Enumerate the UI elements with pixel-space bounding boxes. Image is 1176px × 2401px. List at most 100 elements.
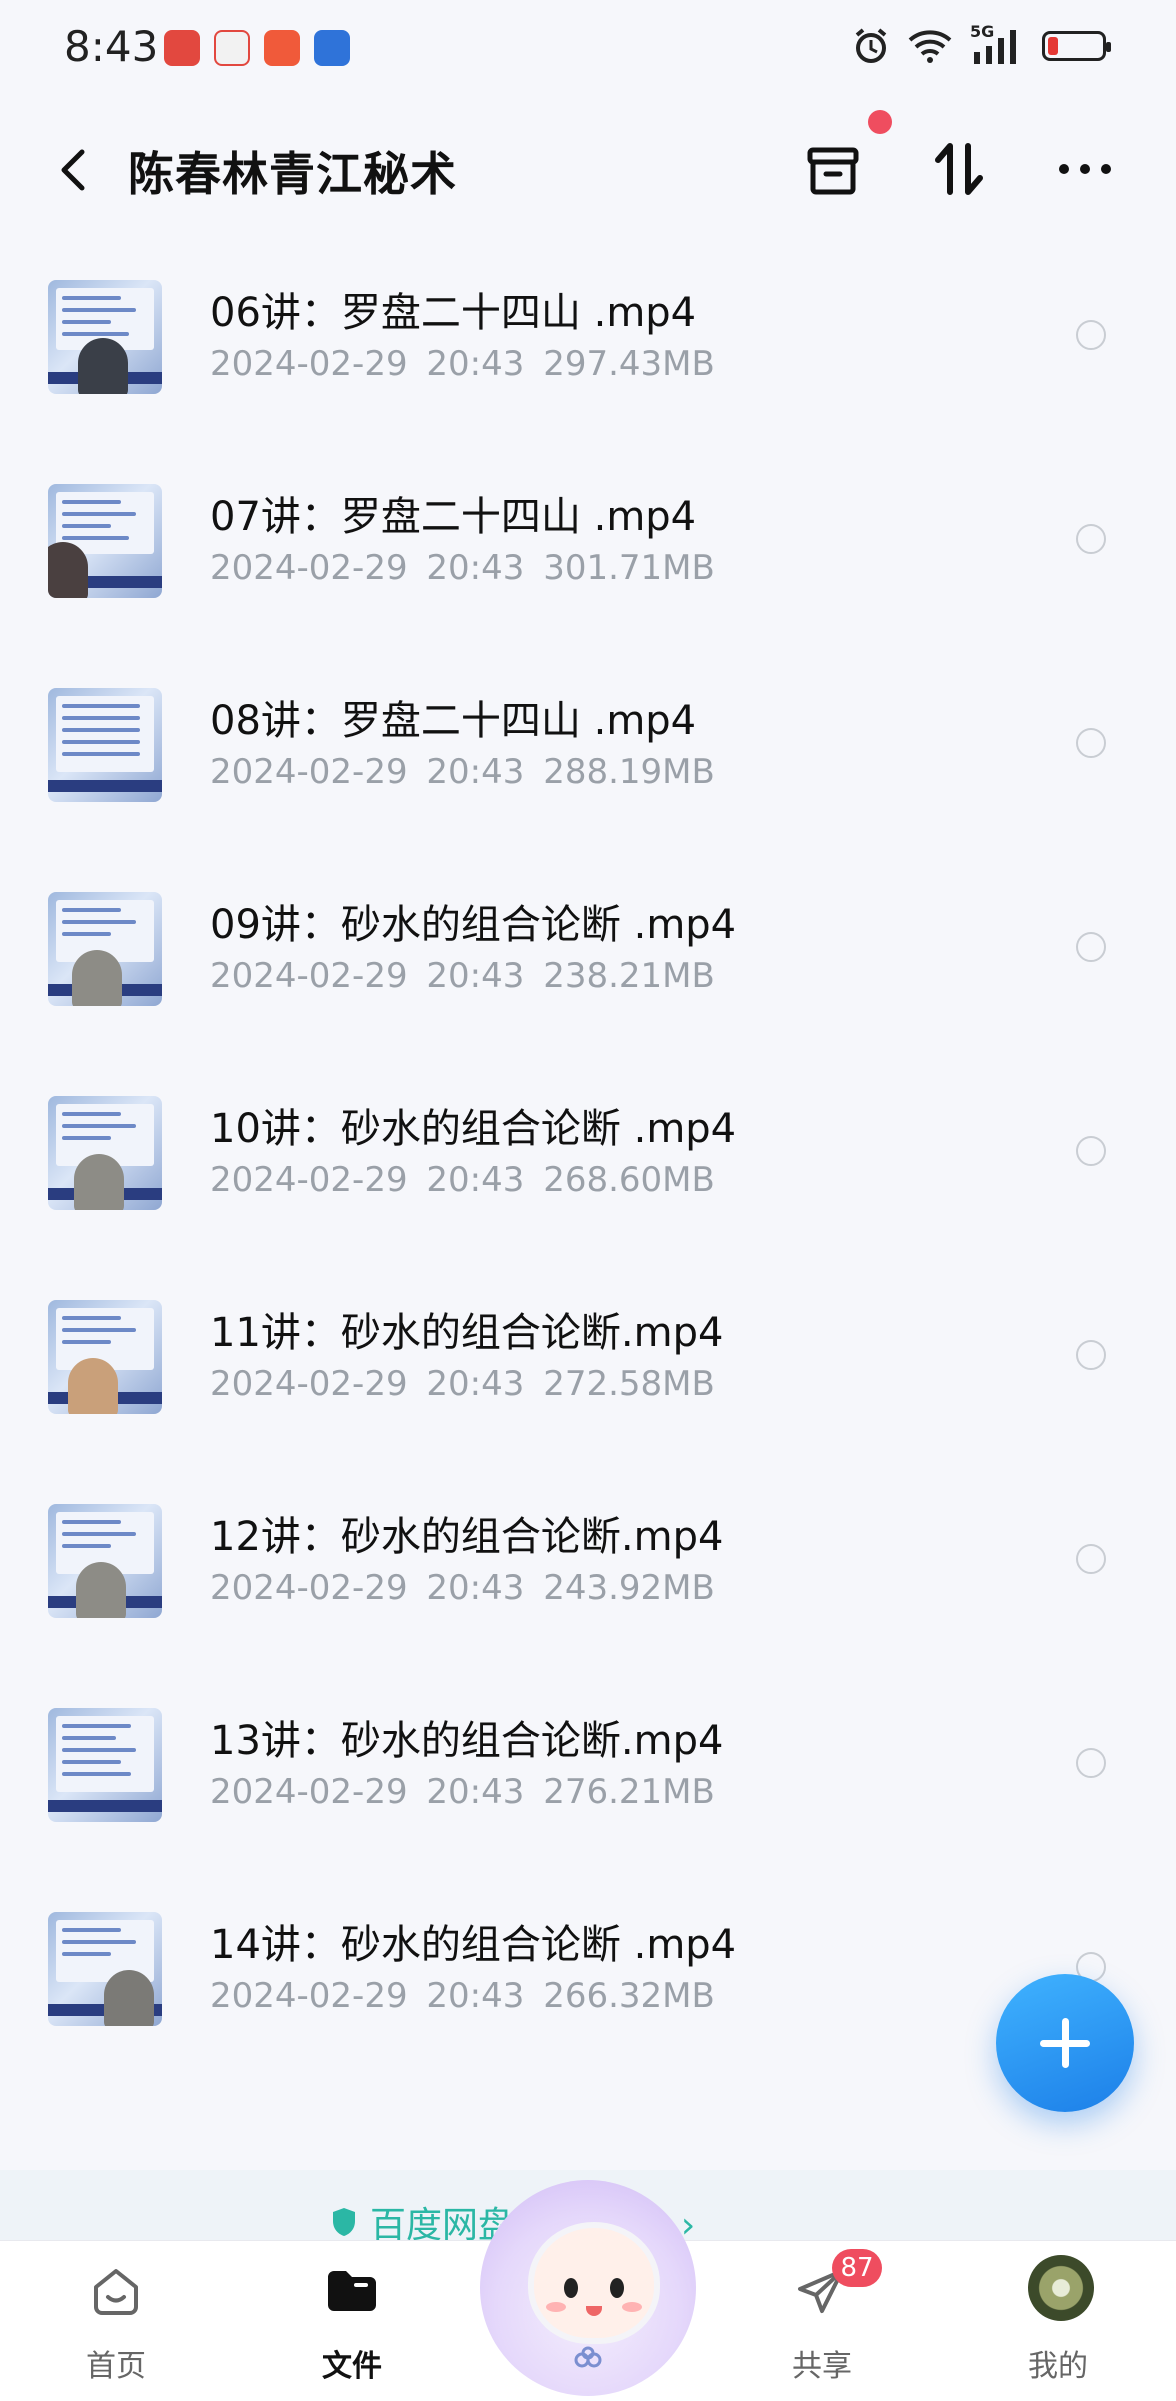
file-meta: 2024-02-29 20:43 238.21MB: [210, 956, 715, 996]
file-date: 2024-02-29: [210, 548, 408, 588]
file-meta: 2024-02-29 20:43 297.43MB: [210, 344, 715, 384]
file-row[interactable]: 08讲：罗盘二十四山 .mp4 2024-02-29 20:43 288.19M…: [0, 654, 1176, 858]
file-meta: 2024-02-29 20:43 268.60MB: [210, 1160, 715, 1200]
file-date: 2024-02-29: [210, 1772, 408, 1812]
file-size: 268.60MB: [543, 1160, 715, 1200]
file-size: 288.19MB: [543, 752, 715, 792]
tab-files[interactable]: 文件: [252, 2241, 452, 2401]
add-button[interactable]: [996, 1974, 1134, 2112]
tab-files-label: 文件: [322, 2349, 382, 2384]
archive-icon[interactable]: [798, 134, 868, 204]
video-thumbnail: [48, 484, 162, 598]
back-arrow-icon[interactable]: [46, 140, 106, 200]
file-time: 20:43: [426, 1976, 525, 2016]
tab-home[interactable]: 首页: [16, 2241, 216, 2401]
select-checkbox[interactable]: [1076, 1544, 1106, 1574]
status-time: 8:43: [64, 22, 159, 71]
status-bar: 8:43 5G: [0, 0, 1176, 110]
file-meta: 2024-02-29 20:43 272.58MB: [210, 1364, 715, 1404]
file-time: 20:43: [426, 1364, 525, 1404]
file-time: 20:43: [426, 344, 525, 384]
file-size: 276.21MB: [543, 1772, 715, 1812]
file-size: 266.32MB: [543, 1976, 715, 2016]
status-app-icons: [164, 30, 350, 66]
file-meta: 2024-02-29 20:43 276.21MB: [210, 1772, 715, 1812]
file-date: 2024-02-29: [210, 1976, 408, 2016]
file-size: 243.92MB: [543, 1568, 715, 1608]
video-thumbnail: [48, 688, 162, 802]
tab-share[interactable]: 87 共享: [722, 2241, 922, 2401]
file-name: 09讲：砂水的组合论断 .mp4: [210, 902, 737, 948]
file-row[interactable]: 11讲：砂水的组合论断.mp4 2024-02-29 20:43 272.58M…: [0, 1266, 1176, 1470]
sort-icon[interactable]: [924, 134, 994, 204]
file-meta: 2024-02-29 20:43 288.19MB: [210, 752, 715, 792]
select-checkbox[interactable]: [1076, 524, 1106, 554]
file-size: 238.21MB: [543, 956, 715, 996]
file-time: 20:43: [426, 1568, 525, 1608]
mascot-mouth: [586, 2306, 602, 2316]
file-time: 20:43: [426, 1772, 525, 1812]
share-count-badge: 87: [832, 2249, 882, 2287]
select-checkbox[interactable]: [1076, 728, 1106, 758]
wifi-icon: [908, 30, 952, 63]
avatar: [1028, 2255, 1094, 2321]
mascot-cheek: [546, 2302, 566, 2312]
file-date: 2024-02-29: [210, 1364, 408, 1404]
app-notification-icon: [264, 30, 300, 66]
file-row[interactable]: 13讲：砂水的组合论断.mp4 2024-02-29 20:43 276.21M…: [0, 1674, 1176, 1878]
file-name: 14讲：砂水的组合论断 .mp4: [210, 1922, 737, 1968]
file-name: 10讲：砂水的组合论断 .mp4: [210, 1106, 737, 1152]
mascot-face: [528, 2222, 660, 2344]
tab-mine-label: 我的: [1028, 2349, 1088, 2384]
file-row[interactable]: 06讲：罗盘二十四山 .mp4 2024-02-29 20:43 297.43M…: [0, 246, 1176, 450]
file-time: 20:43: [426, 956, 525, 996]
file-row[interactable]: 12讲：砂水的组合论断.mp4 2024-02-29 20:43 243.92M…: [0, 1470, 1176, 1674]
file-date: 2024-02-29: [210, 956, 408, 996]
select-checkbox[interactable]: [1076, 1136, 1106, 1166]
tab-share-label: 共享: [792, 2349, 852, 2384]
file-time: 20:43: [426, 548, 525, 588]
file-row[interactable]: 09讲：砂水的组合论断 .mp4 2024-02-29 20:43 238.21…: [0, 858, 1176, 1062]
file-time: 20:43: [426, 752, 525, 792]
file-date: 2024-02-29: [210, 1568, 408, 1608]
file-row[interactable]: 07讲：罗盘二十四山 .mp4 2024-02-29 20:43 301.71M…: [0, 450, 1176, 654]
status-indicators: 5G: [852, 22, 1111, 66]
file-size: 301.71MB: [543, 548, 715, 588]
select-checkbox[interactable]: [1076, 320, 1106, 350]
home-icon: [94, 2269, 138, 2315]
alarm-icon: [855, 28, 887, 63]
file-row[interactable]: 10讲：砂水的组合论断 .mp4 2024-02-29 20:43 268.60…: [0, 1062, 1176, 1266]
file-size: 297.43MB: [543, 344, 715, 384]
plus-icon-stroke: [1062, 2018, 1069, 2068]
video-thumbnail: [48, 280, 162, 394]
video-thumbnail: [48, 1300, 162, 1414]
file-meta: 2024-02-29 20:43 301.71MB: [210, 548, 715, 588]
app-notification-icon: [164, 30, 200, 66]
top-app-bar: 陈春林青江秘术: [0, 110, 1176, 230]
video-thumbnail: [48, 1504, 162, 1618]
file-name: 11讲：砂水的组合论断.mp4: [210, 1310, 724, 1356]
battery-icon: [1042, 31, 1111, 61]
file-meta: 2024-02-29 20:43 266.32MB: [210, 1976, 715, 2016]
shield-icon: [333, 2208, 355, 2236]
select-checkbox[interactable]: [1076, 932, 1106, 962]
tab-mine[interactable]: 我的: [958, 2241, 1158, 2401]
file-time: 20:43: [426, 1160, 525, 1200]
select-checkbox[interactable]: [1076, 1340, 1106, 1370]
file-name: 06讲：罗盘二十四山 .mp4: [210, 290, 697, 336]
tab-home-label: 首页: [86, 2349, 146, 2384]
folder-icon: [328, 2271, 376, 2311]
more-options-icon[interactable]: [1050, 134, 1120, 204]
file-list: 06讲：罗盘二十四山 .mp4 2024-02-29 20:43 297.43M…: [0, 246, 1176, 2082]
page-title: 陈春林青江秘术: [128, 147, 457, 201]
file-name: 07讲：罗盘二十四山 .mp4: [210, 494, 697, 540]
file-date: 2024-02-29: [210, 344, 408, 384]
video-thumbnail: [48, 1708, 162, 1822]
video-thumbnail: [48, 1096, 162, 1210]
video-thumbnail: [48, 892, 162, 1006]
file-date: 2024-02-29: [210, 752, 408, 792]
select-checkbox[interactable]: [1076, 1748, 1106, 1778]
file-name: 13讲：砂水的组合论断.mp4: [210, 1718, 724, 1764]
assistant-mascot-button[interactable]: [480, 2180, 696, 2396]
file-name: 12讲：砂水的组合论断.mp4: [210, 1514, 724, 1560]
